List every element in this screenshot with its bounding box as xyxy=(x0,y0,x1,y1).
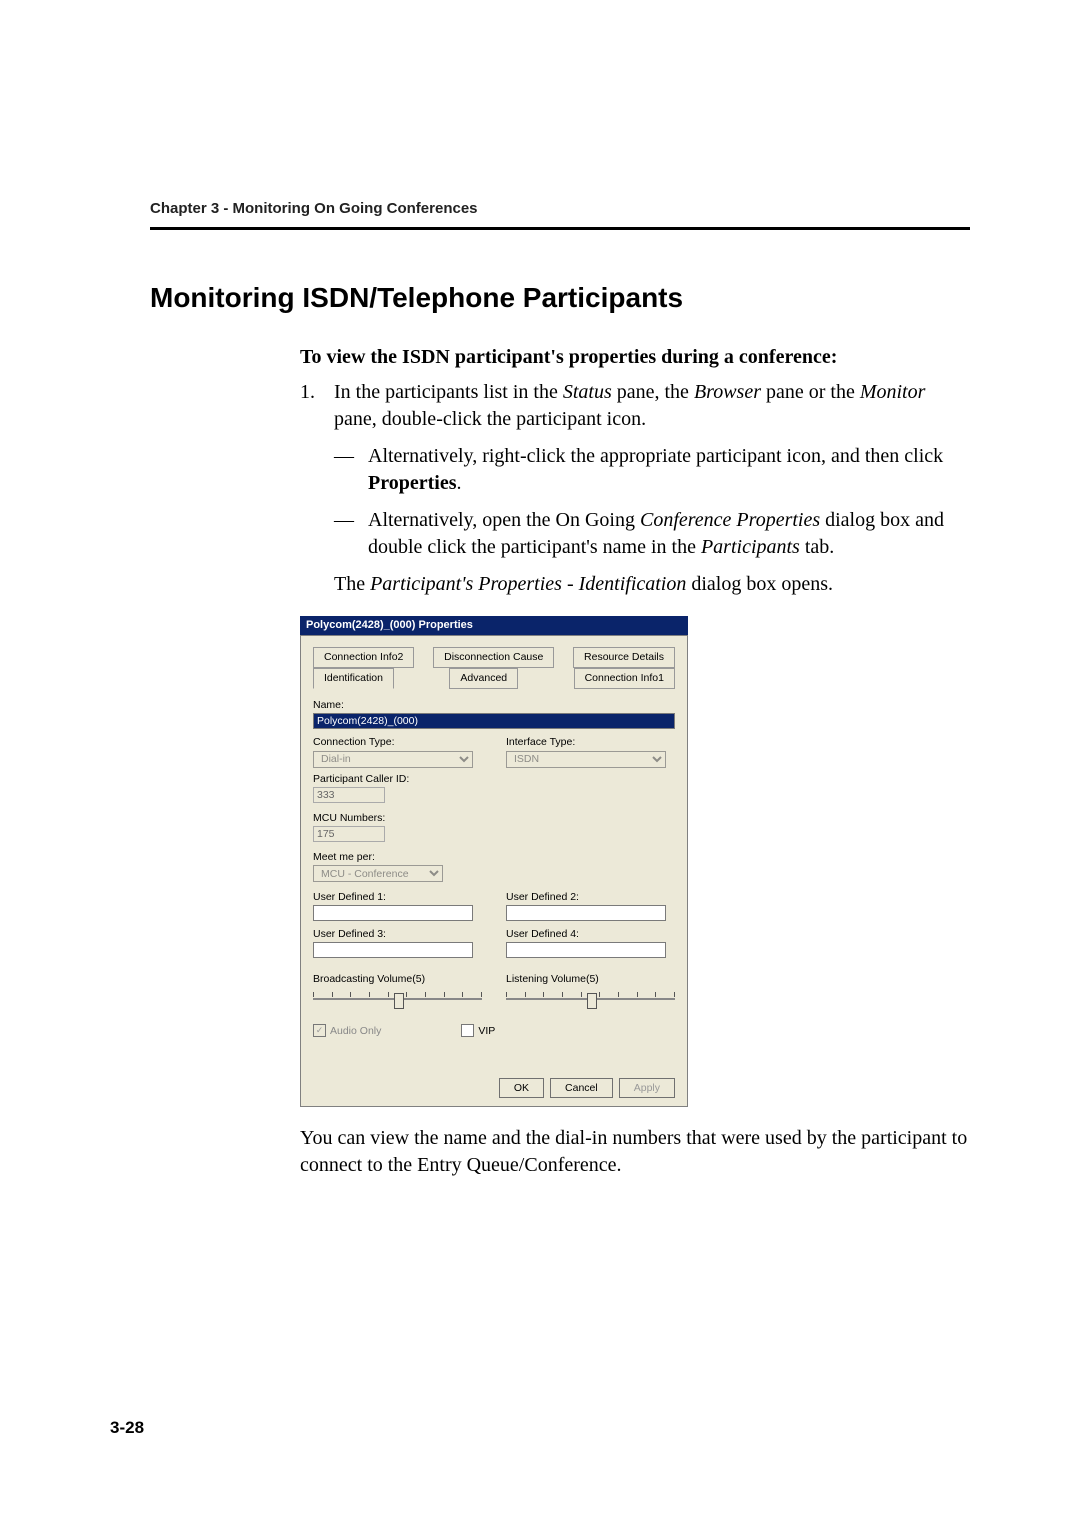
bullet-dash: — xyxy=(334,507,368,534)
caller-id-label: Participant Caller ID: xyxy=(313,772,675,786)
audio-only-checkbox[interactable]: ✓ Audio Only xyxy=(313,1024,381,1038)
text: Alternatively, open the On Going xyxy=(368,509,640,531)
meet-me-per-select[interactable]: MCU - Conference xyxy=(313,865,443,882)
tab-advanced[interactable]: Advanced xyxy=(449,668,518,689)
ud4-label: User Defined 4: xyxy=(506,927,675,941)
browser-word: Browser xyxy=(694,381,761,403)
tab-disconnection-cause[interactable]: Disconnection Cause xyxy=(433,647,554,668)
vip-checkbox[interactable]: VIP xyxy=(461,1024,495,1038)
section-heading: Monitoring ISDN/Telephone Participants xyxy=(150,282,970,314)
ud1-label: User Defined 1: xyxy=(313,890,482,904)
text: pane or the xyxy=(761,381,860,403)
page-number: 3-28 xyxy=(110,1418,144,1438)
ud3-label: User Defined 3: xyxy=(313,927,482,941)
status-word: Status xyxy=(563,381,612,403)
checkbox-icon: ✓ xyxy=(313,1024,326,1037)
tab-identification[interactable]: Identification xyxy=(313,668,394,689)
interface-type-select[interactable]: ISDN xyxy=(506,751,666,768)
text: Alternatively, right-click the appropria… xyxy=(368,445,943,467)
caller-id-field[interactable] xyxy=(313,787,385,803)
vip-label: VIP xyxy=(478,1024,495,1038)
participants-word: Participants xyxy=(701,536,800,558)
ud2-field[interactable] xyxy=(506,905,666,921)
text: tab. xyxy=(800,536,834,558)
checkbox-icon xyxy=(461,1024,474,1037)
name-field[interactable] xyxy=(313,713,675,729)
chapter-header: Chapter 3 - Monitoring On Going Conferen… xyxy=(150,200,970,230)
monitor-word: Monitor xyxy=(860,381,926,403)
mcu-numbers-label: MCU Numbers: xyxy=(313,811,675,825)
mcu-numbers-field[interactable] xyxy=(313,826,385,842)
text: pane, double-click the participant icon. xyxy=(334,408,646,430)
listening-volume-slider[interactable] xyxy=(506,990,675,1008)
text: In the participants list in the xyxy=(334,381,563,403)
connection-type-label: Connection Type: xyxy=(313,735,482,749)
meet-me-per-label: Meet me per: xyxy=(313,850,675,864)
ud1-field[interactable] xyxy=(313,905,473,921)
step-body: In the participants list in the Status p… xyxy=(334,379,970,433)
properties-word: Properties xyxy=(368,472,457,494)
broadcast-volume-label: Broadcasting Volume(5) xyxy=(313,972,482,986)
dialog-name: Participant's Properties - Identificatio… xyxy=(370,573,686,595)
tab-connection-info1[interactable]: Connection Info1 xyxy=(574,668,675,689)
dialog-titlebar: Polycom(2428)_(000) Properties xyxy=(300,616,688,635)
audio-only-label: Audio Only xyxy=(330,1024,381,1038)
broadcast-volume-slider[interactable] xyxy=(313,990,482,1008)
dialog-opens-text: The Participant's Properties - Identific… xyxy=(334,571,970,598)
alt-1: Alternatively, right-click the appropria… xyxy=(368,443,970,497)
listening-volume-label: Listening Volume(5) xyxy=(506,972,675,986)
interface-type-label: Interface Type: xyxy=(506,735,675,749)
ud4-field[interactable] xyxy=(506,942,666,958)
text: pane, the xyxy=(612,381,694,403)
conf-props-word: Conference Properties xyxy=(640,509,820,531)
ud3-field[interactable] xyxy=(313,942,473,958)
text: dialog box opens. xyxy=(686,573,833,595)
name-label: Name: xyxy=(313,698,675,712)
step-number: 1. xyxy=(300,379,334,406)
body-paragraph: You can view the name and the dial-in nu… xyxy=(300,1125,970,1179)
apply-button[interactable]: Apply xyxy=(619,1078,675,1098)
procedure-title: To view the ISDN participant's propertie… xyxy=(300,344,970,371)
cancel-button[interactable]: Cancel xyxy=(550,1078,613,1098)
text: The xyxy=(334,573,370,595)
connection-type-select[interactable]: Dial-in xyxy=(313,751,473,768)
tab-resource-details[interactable]: Resource Details xyxy=(573,647,675,668)
ud2-label: User Defined 2: xyxy=(506,890,675,904)
tab-connection-info2[interactable]: Connection Info2 xyxy=(313,647,414,668)
alt-2: Alternatively, open the On Going Confere… xyxy=(368,507,970,561)
ok-button[interactable]: OK xyxy=(499,1078,544,1098)
text: . xyxy=(457,472,462,494)
bullet-dash: — xyxy=(334,443,368,470)
properties-dialog: Polycom(2428)_(000) Properties Connectio… xyxy=(300,616,688,1107)
